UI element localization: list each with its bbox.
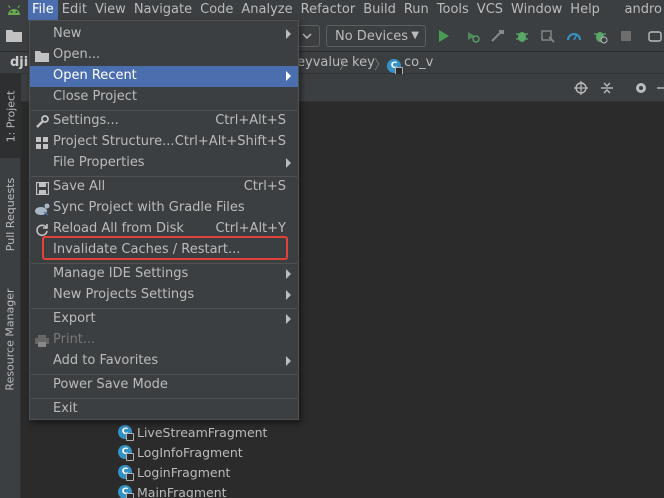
gradle-sync-icon (34, 201, 50, 217)
menu-item-open-recent[interactable]: Open Recent (30, 66, 298, 87)
menu-item-add-to-favorites[interactable]: Add to Favorites (30, 351, 298, 372)
save-icon (34, 180, 50, 196)
submenu-arrow-icon (286, 314, 291, 324)
collapse-all-icon[interactable] (599, 80, 615, 96)
menu-item-export[interactable]: Export (30, 309, 298, 330)
gear-icon[interactable] (633, 80, 649, 96)
submenu-arrow-icon (286, 269, 291, 279)
menu-item-print[interactable]: Print... (30, 330, 298, 351)
locate-icon[interactable] (573, 80, 589, 96)
breadcrumb-item[interactable]: co_v (404, 55, 433, 70)
debug-icon[interactable] (514, 28, 530, 44)
printer-icon (34, 333, 50, 349)
android-studio-icon (0, 0, 28, 20)
menu-vcs[interactable]: VCS (473, 0, 507, 20)
submenu-arrow-icon (286, 290, 291, 300)
window-title: andro (624, 2, 662, 17)
profiler-icon[interactable] (566, 28, 582, 44)
rebuild-icon[interactable] (490, 28, 506, 44)
run-icon[interactable] (436, 28, 452, 44)
left-tool-strip: 1: Project Pull Requests Resource Manage… (0, 74, 21, 498)
menu-bar: File Edit View Navigate Code Analyze Ref… (0, 0, 664, 20)
breadcrumb-project[interactable]: dji (10, 55, 28, 70)
menu-analyze[interactable]: Analyze (237, 0, 296, 20)
tab-project[interactable]: 1: Project (0, 74, 21, 158)
menu-item-open[interactable]: Open... (30, 45, 298, 66)
menu-item-file-properties[interactable]: File Properties (30, 153, 298, 174)
run-config-dropdown[interactable] (296, 25, 320, 47)
devices-dropdown[interactable]: No Devices ▼ (326, 25, 426, 47)
submenu-arrow-icon (286, 158, 291, 168)
menu-item-new[interactable]: New (30, 24, 298, 45)
menu-item-sync-gradle[interactable]: Sync Project with Gradle Files (30, 198, 298, 219)
tree-item[interactable]: C LogInfoFragment (118, 442, 243, 462)
class-icon: C (387, 57, 403, 75)
submenu-arrow-icon (286, 71, 291, 81)
menu-item-manage-ide-settings[interactable]: Manage IDE Settings (30, 264, 298, 285)
submenu-arrow-icon (286, 29, 291, 39)
menu-item-power-save-mode[interactable]: Power Save Mode (30, 375, 298, 396)
menu-view[interactable]: View (91, 0, 130, 20)
breadcrumb-item[interactable]: key (352, 55, 375, 70)
class-icon: C (118, 485, 134, 498)
menu-window[interactable]: Window (507, 0, 566, 20)
folder-icon (34, 48, 50, 64)
open-folder-icon[interactable] (6, 29, 22, 42)
menu-item-close-project[interactable]: Close Project (30, 87, 298, 108)
tree-item[interactable]: C LiveStreamFragment (118, 422, 267, 442)
tab-resource-manager[interactable]: Resource Manager (0, 274, 21, 404)
highlight-annotation (42, 236, 288, 260)
project-structure-icon (34, 135, 50, 151)
menu-navigate[interactable]: Navigate (130, 0, 196, 20)
tree-item[interactable]: C LoginFragment (118, 462, 230, 482)
menu-item-new-projects-settings[interactable]: New Projects Settings (30, 285, 298, 306)
menu-code[interactable]: Code (196, 0, 237, 20)
tab-pull-requests[interactable]: Pull Requests (0, 164, 21, 264)
menu-item-exit[interactable]: Exit (30, 399, 298, 420)
menu-item-project-structure[interactable]: Project Structure... Ctrl+Alt+Shift+S (30, 132, 298, 153)
menu-help[interactable]: Help (566, 0, 604, 20)
menu-build[interactable]: Build (359, 0, 400, 20)
wrench-icon (34, 114, 50, 130)
menu-item-save-all[interactable]: Save All Ctrl+S (30, 177, 298, 198)
menu-file[interactable]: File (28, 0, 58, 20)
menu-item-settings[interactable]: Settings... Ctrl+Alt+S (30, 111, 298, 132)
tree-item[interactable]: C MainFragment (118, 482, 227, 498)
menu-refactor[interactable]: Refactor (297, 0, 360, 20)
rerun-icon[interactable] (464, 28, 480, 44)
menu-tools[interactable]: Tools (433, 0, 473, 20)
chevron-right-icon: 〉 (374, 58, 388, 73)
devices-label: No Devices (335, 28, 409, 44)
chevron-down-icon: ▼ (411, 30, 419, 41)
stop-icon[interactable] (618, 28, 634, 44)
menu-edit[interactable]: Edit (58, 0, 91, 20)
submenu-arrow-icon (286, 356, 291, 366)
class-icon: C (118, 465, 134, 481)
class-icon: C (118, 425, 134, 441)
chevron-right-icon: 〉 (339, 58, 353, 73)
class-icon: C (118, 445, 134, 461)
attach-debugger-icon[interactable] (540, 28, 556, 44)
apply-changes-icon[interactable] (592, 28, 608, 44)
avd-manager-icon[interactable] (648, 28, 664, 44)
hide-panel-icon[interactable] (655, 80, 664, 96)
menu-run[interactable]: Run (400, 0, 433, 20)
file-menu: New Open... Open Recent Close Project Se… (29, 20, 299, 420)
